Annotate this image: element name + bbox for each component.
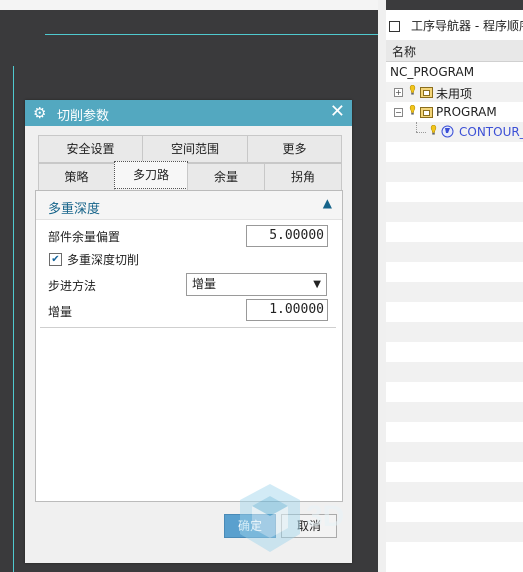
tree-empty-row xyxy=(386,222,523,242)
ok-button[interactable]: 确定 xyxy=(224,514,276,538)
tab-more[interactable]: 更多 xyxy=(247,135,342,163)
tab-strategy[interactable]: 策略 xyxy=(38,163,115,191)
tree-empty-row xyxy=(386,402,523,422)
multi-depth-checkbox-label: 多重深度切削 xyxy=(67,253,140,267)
dialog-title: 切削参数 xyxy=(57,109,110,124)
tree-label: 未用项 xyxy=(436,87,473,101)
tree-empty-row xyxy=(386,462,523,482)
operation-icon xyxy=(441,125,454,138)
tab-safety[interactable]: 安全设置 xyxy=(38,135,143,163)
multi-depth-checkbox[interactable]: ✔ xyxy=(49,253,62,266)
tree-empty-row xyxy=(386,542,523,562)
part-stock-offset-input[interactable]: 5.00000 xyxy=(246,225,328,247)
column-header-name[interactable]: 名称 xyxy=(386,40,523,62)
tree-label: PROGRAM xyxy=(436,105,497,119)
tree-empty-row xyxy=(386,282,523,302)
tab-stock[interactable]: 余量 xyxy=(187,163,265,191)
step-method-label: 步进方法 xyxy=(48,279,97,293)
column-header-label: 名称 xyxy=(392,45,417,59)
tree-empty-row xyxy=(386,442,523,462)
tree-row-nc-program[interactable]: NC_PROGRAM xyxy=(386,62,523,82)
tree-empty-row xyxy=(386,502,523,522)
lightbulb-icon xyxy=(409,85,416,95)
section-title: 多重深度 xyxy=(48,202,101,217)
tree-empty-row xyxy=(386,242,523,262)
program-group-icon xyxy=(420,87,433,98)
operation-navigator: 工序导航器 - 程序顺序 名称 NC_PROGRAM + 未用项 − PROGR… xyxy=(386,10,523,572)
section-divider xyxy=(40,327,336,328)
tree-empty-row xyxy=(386,522,523,542)
collapse-icon[interactable]: ▲ xyxy=(323,196,332,210)
panel-splitter[interactable] xyxy=(378,0,386,572)
tree-label: NC_PROGRAM xyxy=(390,65,475,79)
guide-line-horizontal xyxy=(45,34,378,35)
section-header-multiple-depths[interactable]: 多重深度 ▲ xyxy=(36,191,342,220)
tree-empty-row xyxy=(386,342,523,362)
increment-input[interactable]: 1.00000 xyxy=(246,299,328,321)
tree-empty-row xyxy=(386,362,523,382)
tab-multiple-passes[interactable]: 多刀路 xyxy=(114,161,188,189)
step-method-value: 增量 xyxy=(192,277,217,291)
window-icon xyxy=(389,21,400,32)
chevron-down-icon: ▼ xyxy=(313,279,321,290)
navigator-title-bar: 工序导航器 - 程序顺序 xyxy=(386,17,523,35)
navigator-title: 工序导航器 - 程序顺序 xyxy=(411,19,523,33)
tab-spatial-range[interactable]: 空间范围 xyxy=(142,135,248,163)
cutting-parameters-dialog: ⚙ 切削参数 ✕ 安全设置 空间范围 更多 策略 多刀路 余量 拐角 多重深度 … xyxy=(25,100,352,563)
tree-empty-row xyxy=(386,302,523,322)
collapse-toggle[interactable]: − xyxy=(394,108,403,117)
dialog-title-bar[interactable]: ⚙ 切削参数 ✕ xyxy=(25,100,352,126)
close-icon[interactable]: ✕ xyxy=(330,102,345,122)
tree-empty-row xyxy=(386,182,523,202)
tree-empty-row xyxy=(386,422,523,442)
tree-row-contour-area[interactable]: CONTOUR_AREA xyxy=(386,122,523,142)
expand-toggle[interactable]: + xyxy=(394,88,403,97)
tab-corners[interactable]: 拐角 xyxy=(264,163,342,191)
tree-empty-row xyxy=(386,322,523,342)
tab-content-panel: 多重深度 ▲ 部件余量偏置 5.00000 ✔ 多重深度切削 步进方法 增量 ▼… xyxy=(35,190,343,502)
canvas-top-strip xyxy=(0,0,378,10)
tree-empty-row xyxy=(386,162,523,182)
step-method-select[interactable]: 增量 ▼ xyxy=(186,273,327,296)
tree-connector xyxy=(416,132,426,133)
tree-row-unused[interactable]: + 未用项 xyxy=(386,82,523,102)
tree-empty-row xyxy=(386,262,523,282)
tree-connector xyxy=(416,122,417,132)
lightbulb-icon xyxy=(409,105,416,115)
program-group-icon xyxy=(420,107,433,118)
tree-empty-row xyxy=(386,142,523,162)
tree-label: CONTOUR_AREA xyxy=(459,125,523,139)
increment-label: 增量 xyxy=(48,305,73,319)
tree-empty-row xyxy=(386,202,523,222)
cancel-button[interactable]: 取消 xyxy=(281,514,337,538)
guide-line-vertical xyxy=(13,66,14,572)
tree-empty-row xyxy=(386,482,523,502)
tree-empty-row xyxy=(386,382,523,402)
gear-icon: ⚙ xyxy=(33,104,47,122)
part-stock-offset-label: 部件余量偏置 xyxy=(48,230,121,244)
lightbulb-icon xyxy=(430,125,437,135)
tree-row-program[interactable]: − PROGRAM xyxy=(386,102,523,122)
